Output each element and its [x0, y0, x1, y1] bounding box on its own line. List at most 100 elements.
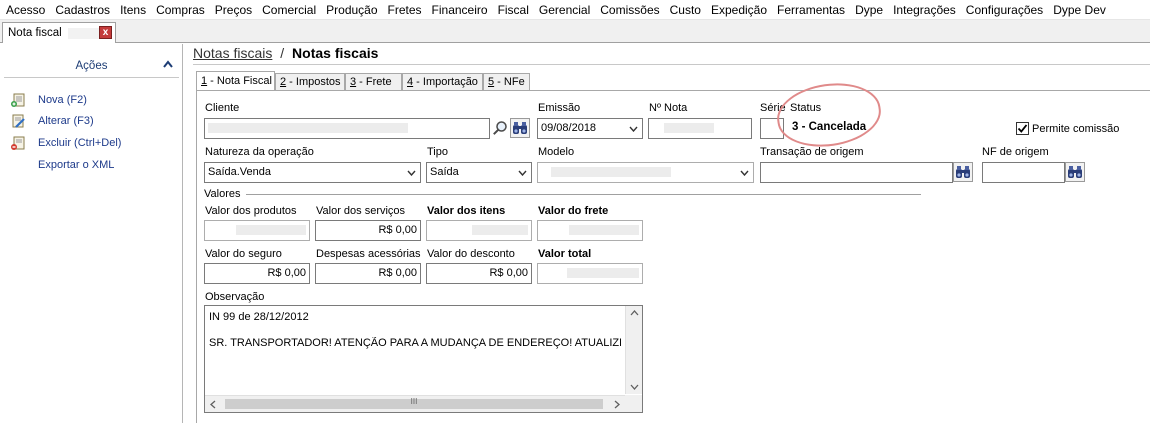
tab-frete[interactable]: 3 - Frete — [345, 73, 402, 91]
menu-itens[interactable]: Itens — [115, 0, 151, 20]
redacted-text — [67, 27, 100, 39]
action-nova[interactable]: Nova (F2) — [10, 92, 87, 108]
actions-header[interactable]: Ações — [4, 54, 179, 78]
tab-label: - Importação — [413, 76, 478, 88]
label-valor-servicos: Valor dos serviços — [316, 205, 406, 217]
emissao-date-picker[interactable]: 09/08/2018 — [537, 118, 643, 139]
despesas-field[interactable]: R$ 0,00 — [315, 263, 421, 284]
menu-acesso[interactable]: Acesso — [0, 0, 50, 20]
search-icon — [493, 121, 507, 135]
observacao-textarea[interactable]: IN 99 de 28/12/2012 SR. TRANSPORTADOR! A… — [204, 305, 643, 413]
lookup-transacao-button[interactable] — [953, 162, 973, 182]
chevron-down-icon[interactable] — [625, 120, 641, 137]
binoculars-icon — [513, 122, 527, 134]
cliente-field[interactable] — [204, 118, 490, 139]
menu-dype[interactable]: Dype — [850, 0, 888, 20]
valor-itens-field[interactable] — [426, 220, 532, 241]
delete-document-icon — [11, 136, 25, 150]
valor-servicos-field[interactable]: R$ 0,00 — [315, 220, 421, 241]
menu-comissoes[interactable]: Comissões — [595, 0, 664, 20]
menu-expedicao[interactable]: Expedição — [706, 0, 772, 20]
label-natureza: Natureza da operação — [205, 146, 314, 158]
menu-ferramentas[interactable]: Ferramentas — [772, 0, 850, 20]
menu-custo[interactable]: Custo — [665, 0, 706, 20]
scrollbar-thumb[interactable]: III — [225, 397, 603, 409]
close-icon[interactable]: x — [99, 26, 112, 39]
numero-nota-field[interactable] — [648, 118, 752, 139]
modelo-select[interactable] — [537, 162, 754, 183]
menu-fiscal[interactable]: Fiscal — [493, 0, 534, 20]
valor-total-field[interactable] — [537, 263, 643, 284]
breadcrumb-link[interactable]: Notas fiscais — [193, 45, 272, 61]
redacted-text — [569, 225, 639, 236]
menu-producao[interactable]: Produção — [321, 0, 382, 20]
doc-tab-label: Nota fiscal — [8, 27, 62, 39]
label-valor-desconto: Valor do desconto — [427, 248, 515, 260]
menu-configuracoes[interactable]: Configurações — [961, 0, 1048, 20]
chevron-left-icon[interactable] — [210, 400, 216, 409]
vertical-scrollbar[interactable] — [625, 306, 642, 394]
menu-dype-dev[interactable]: Dype Dev — [1048, 0, 1111, 20]
checkmark-icon — [1017, 124, 1028, 133]
menu-fretes[interactable]: Fretes — [383, 0, 427, 20]
breadcrumb: Notas fiscais / Notas fiscais — [193, 45, 378, 61]
menu-gerencial[interactable]: Gerencial — [534, 0, 595, 20]
nf-origem-field[interactable] — [982, 162, 1065, 183]
menu-compras[interactable]: Compras — [151, 0, 210, 20]
menu-precos[interactable]: Preços — [210, 0, 257, 20]
action-exportar-xml[interactable]: Exportar o XML — [38, 157, 114, 173]
horizontal-scrollbar[interactable]: III — [205, 395, 625, 412]
search-button[interactable] — [490, 118, 510, 138]
chevron-down-icon[interactable] — [514, 164, 530, 181]
emissao-value: 09/08/2018 — [541, 122, 597, 134]
valor-frete-field[interactable] — [537, 220, 643, 241]
tab-importacao[interactable]: 4 - Importação — [402, 73, 483, 91]
new-document-icon — [11, 93, 25, 107]
action-label: Alterar (F3) — [38, 115, 94, 127]
label-modelo: Modelo — [538, 146, 575, 158]
menu-integracoes[interactable]: Integrações — [888, 0, 961, 20]
permite-comissao-label[interactable]: Permite comissão — [1032, 123, 1119, 135]
label-cliente: Cliente — [205, 102, 240, 114]
label-observacao: Observação — [205, 291, 265, 303]
observacao-line: IN 99 de 28/12/2012 — [209, 311, 309, 323]
chevron-down-icon[interactable] — [403, 164, 419, 181]
permite-comissao-checkbox[interactable] — [1016, 122, 1029, 135]
valor-desconto-value: R$ 0,00 — [489, 267, 528, 279]
scroll-grip: III — [410, 397, 418, 406]
scroll-corner — [625, 395, 642, 412]
chevron-down-icon[interactable] — [630, 384, 639, 390]
valores-group-title: Valores — [204, 188, 241, 200]
tab-nota-fiscal[interactable]: 1 - Nota Fiscal — [196, 71, 275, 91]
redacted-text — [664, 123, 714, 134]
lookup-cliente-button[interactable] — [510, 118, 530, 138]
redacted-text — [567, 268, 639, 279]
valor-seguro-field[interactable]: R$ 0,00 — [204, 263, 310, 284]
label-valor-total: Valor total — [538, 248, 592, 260]
tab-impostos[interactable]: 2 - Impostos — [275, 73, 345, 91]
action-alterar[interactable]: Alterar (F3) — [10, 113, 94, 129]
doc-tab-nota-fiscal[interactable]: Nota fiscal x — [2, 22, 116, 43]
actions-sidebar: Ações Nova (F2) Alterar (F3) Excluir (Ct… — [0, 44, 183, 423]
label-tipo: Tipo — [427, 146, 448, 158]
tab-nfe[interactable]: 5 - NFe — [483, 73, 530, 91]
label-valor-frete: Valor do frete — [538, 205, 609, 217]
natureza-select[interactable]: Saída.Venda — [204, 162, 421, 183]
valor-produtos-field[interactable] — [204, 220, 310, 241]
tab-label: - Impostos — [286, 76, 341, 88]
lookup-nf-origem-button[interactable] — [1065, 162, 1085, 182]
chevron-up-icon[interactable] — [630, 310, 639, 316]
chevron-down-icon[interactable] — [736, 164, 752, 181]
breadcrumb-separator: / — [280, 45, 285, 61]
chevron-up-icon[interactable] — [163, 60, 173, 68]
tab-label: - NFe — [494, 76, 525, 88]
tipo-select[interactable]: Saída — [426, 162, 532, 183]
menu-cadastros[interactable]: Cadastros — [50, 0, 115, 20]
observacao-line: SR. TRANSPORTADOR! ATENÇÃO PARA A MUDANÇ… — [209, 337, 621, 349]
menu-financeiro[interactable]: Financeiro — [427, 0, 493, 20]
chevron-right-icon[interactable] — [614, 400, 620, 409]
action-excluir[interactable]: Excluir (Ctrl+Del) — [10, 135, 121, 151]
menu-comercial[interactable]: Comercial — [257, 0, 321, 20]
transacao-origem-field[interactable] — [760, 162, 953, 183]
valor-desconto-field[interactable]: R$ 0,00 — [426, 263, 532, 284]
